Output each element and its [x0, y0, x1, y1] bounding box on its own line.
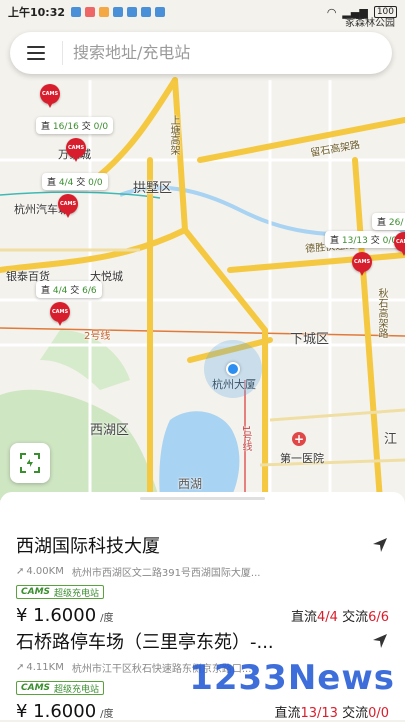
app-notification-icon [141, 7, 152, 17]
station-tag[interactable]: 直 26/ [372, 210, 405, 230]
district-label: 下城区 [290, 332, 330, 347]
app-notification-icon [113, 7, 124, 17]
watermark: 1233News [189, 658, 395, 698]
station-distance: 4.11KM [26, 662, 64, 673]
station-tag[interactable]: 直 13/13 交 0/0 [325, 228, 403, 248]
charger-counts: 直流4/4 交流6/6 [290, 610, 389, 625]
super-charging-badge: CAMS 超级充电站 [16, 681, 105, 695]
station-name: 石桥路停车场（三里亭东苑）-... [16, 632, 274, 653]
status-bar: 上午10:32 ◠ ▂▄▆ 100 冢森林公园 [0, 0, 405, 29]
app-notification-icon [85, 7, 96, 17]
cams-logo: CAMS [21, 587, 51, 597]
road-label: 秋石高架路 [376, 288, 387, 338]
station-tag[interactable]: 直 4/4 交 0/0 [42, 170, 108, 190]
station-pin-icon: CAMS [352, 252, 372, 276]
district-label: 江 [384, 432, 398, 447]
app-notification-icon [99, 7, 110, 17]
charger-counts: 直流13/13 交流0/0 [274, 706, 389, 721]
scan-button[interactable] [10, 443, 50, 483]
poi-label: 第一医院 [280, 452, 324, 465]
cams-logo: CAMS [21, 683, 51, 693]
ac-count: 0/0 [368, 706, 389, 721]
station-pin-icon: CAMS [40, 84, 60, 108]
station-list-panel[interactable]: 西湖国际科技大厦 ➚ 4.00KM 杭州市西湖区文二路391号西湖国际大厦...… [0, 492, 405, 722]
dc-count: 4/4 [317, 610, 338, 625]
app-notification-icon [127, 7, 138, 17]
search-input[interactable]: 搜索地址/充电站 [62, 41, 190, 65]
station-address: 杭州市西湖区文二路391号西湖国际大厦... [71, 568, 261, 579]
station-pin-icon: CAMS [50, 302, 70, 326]
price-unit: /度 [100, 613, 114, 624]
road-label: 上塘高架 [168, 115, 179, 155]
park-label: 冢森林公园 [345, 18, 395, 29]
station-name: 西湖国际科技大厦 [16, 536, 160, 557]
station-distance: 4.00KM [26, 566, 64, 577]
station-tag[interactable]: 直 16/16 交 0/0 [36, 114, 114, 134]
metro-label: 2号线 [84, 331, 111, 342]
station-price: ¥ 1.6000 [16, 605, 97, 626]
price-unit: /度 [100, 709, 114, 720]
scan-icon [20, 453, 40, 473]
app-notification-icon [155, 7, 166, 17]
lake-label: 西湖 [178, 477, 203, 491]
drag-handle[interactable] [140, 497, 265, 500]
search-bar[interactable]: 搜索地址/充电站 [10, 32, 392, 74]
status-time: 上午10:32 [8, 6, 66, 19]
station-meta: ➚ 4.00KM 杭州市西湖区文二路391号西湖国际大厦... [16, 564, 336, 579]
app-notification-icon [71, 7, 82, 17]
station-marker[interactable]: CAMS [394, 232, 405, 256]
station-marker[interactable]: CAMS [352, 252, 372, 276]
station-marker[interactable]: CAMS [66, 138, 86, 162]
district-label: 拱墅区 [133, 181, 173, 196]
station-pin-icon: CAMS [394, 232, 405, 256]
hospital-icon: + [292, 432, 306, 446]
map-view[interactable]: 拱墅区 下城区 西湖区 西湖 上塘高架 留石高架路 德胜快速路 秋石高架路 2号… [0, 0, 405, 500]
current-location-icon [226, 362, 240, 376]
navigate-icon[interactable] [371, 536, 389, 554]
super-charging-badge: CAMS 超级充电站 [16, 585, 105, 599]
station-card[interactable]: 西湖国际科技大厦 ➚ 4.00KM 杭州市西湖区文二路391号西湖国际大厦...… [0, 532, 405, 626]
metro-label: 1号线 [240, 425, 251, 452]
station-marker[interactable]: CAMS [40, 84, 60, 108]
station-pin-icon: CAMS [58, 194, 78, 218]
station-marker[interactable]: CAMS [58, 194, 78, 218]
station-pin-icon: CAMS [66, 138, 86, 162]
ac-count: 6/6 [368, 610, 389, 625]
station-tag[interactable]: 直 4/4 交 6/6 [36, 278, 102, 298]
hamburger-icon [27, 46, 45, 48]
station-marker[interactable]: CAMS [50, 302, 70, 326]
district-label: 西湖区 [90, 423, 130, 438]
wifi-icon: ◠ [326, 5, 337, 19]
distance-icon: ➚ [16, 662, 25, 673]
menu-button[interactable] [10, 32, 62, 74]
distance-icon: ➚ [16, 566, 25, 577]
station-price: ¥ 1.6000 [16, 701, 97, 722]
dc-count: 13/13 [300, 706, 338, 721]
navigate-icon[interactable] [371, 632, 389, 650]
